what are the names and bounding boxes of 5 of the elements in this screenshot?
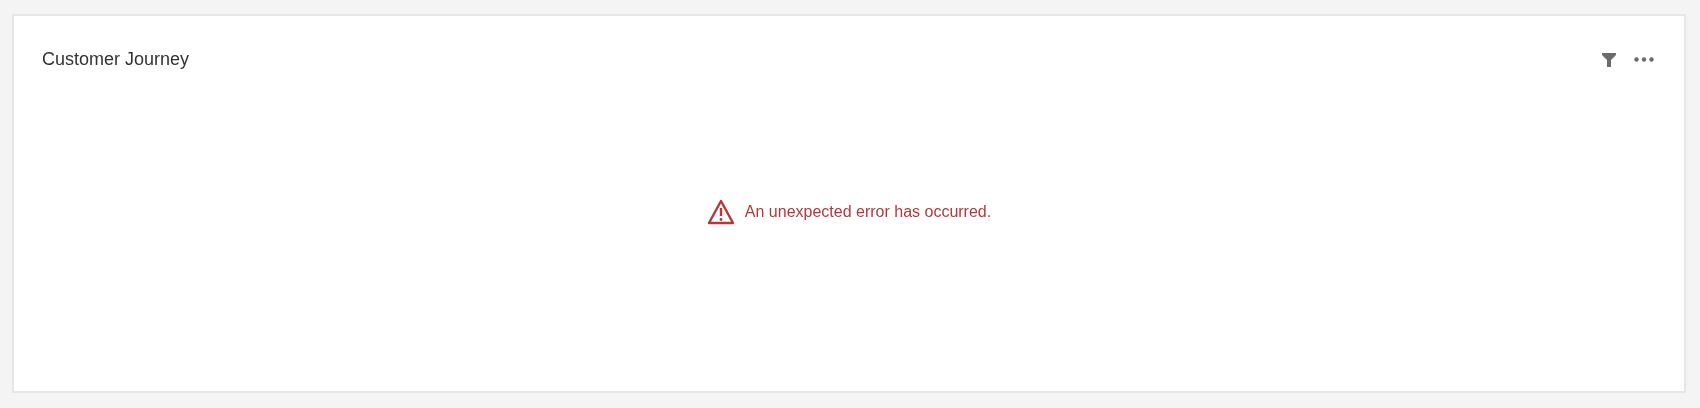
error-message: An unexpected error has occurred.: [744, 202, 992, 222]
warning-icon: [706, 199, 735, 225]
card-title: Customer Journey: [42, 48, 190, 71]
filter-icon[interactable]: [1602, 52, 1616, 67]
more-icon[interactable]: [1634, 57, 1654, 62]
